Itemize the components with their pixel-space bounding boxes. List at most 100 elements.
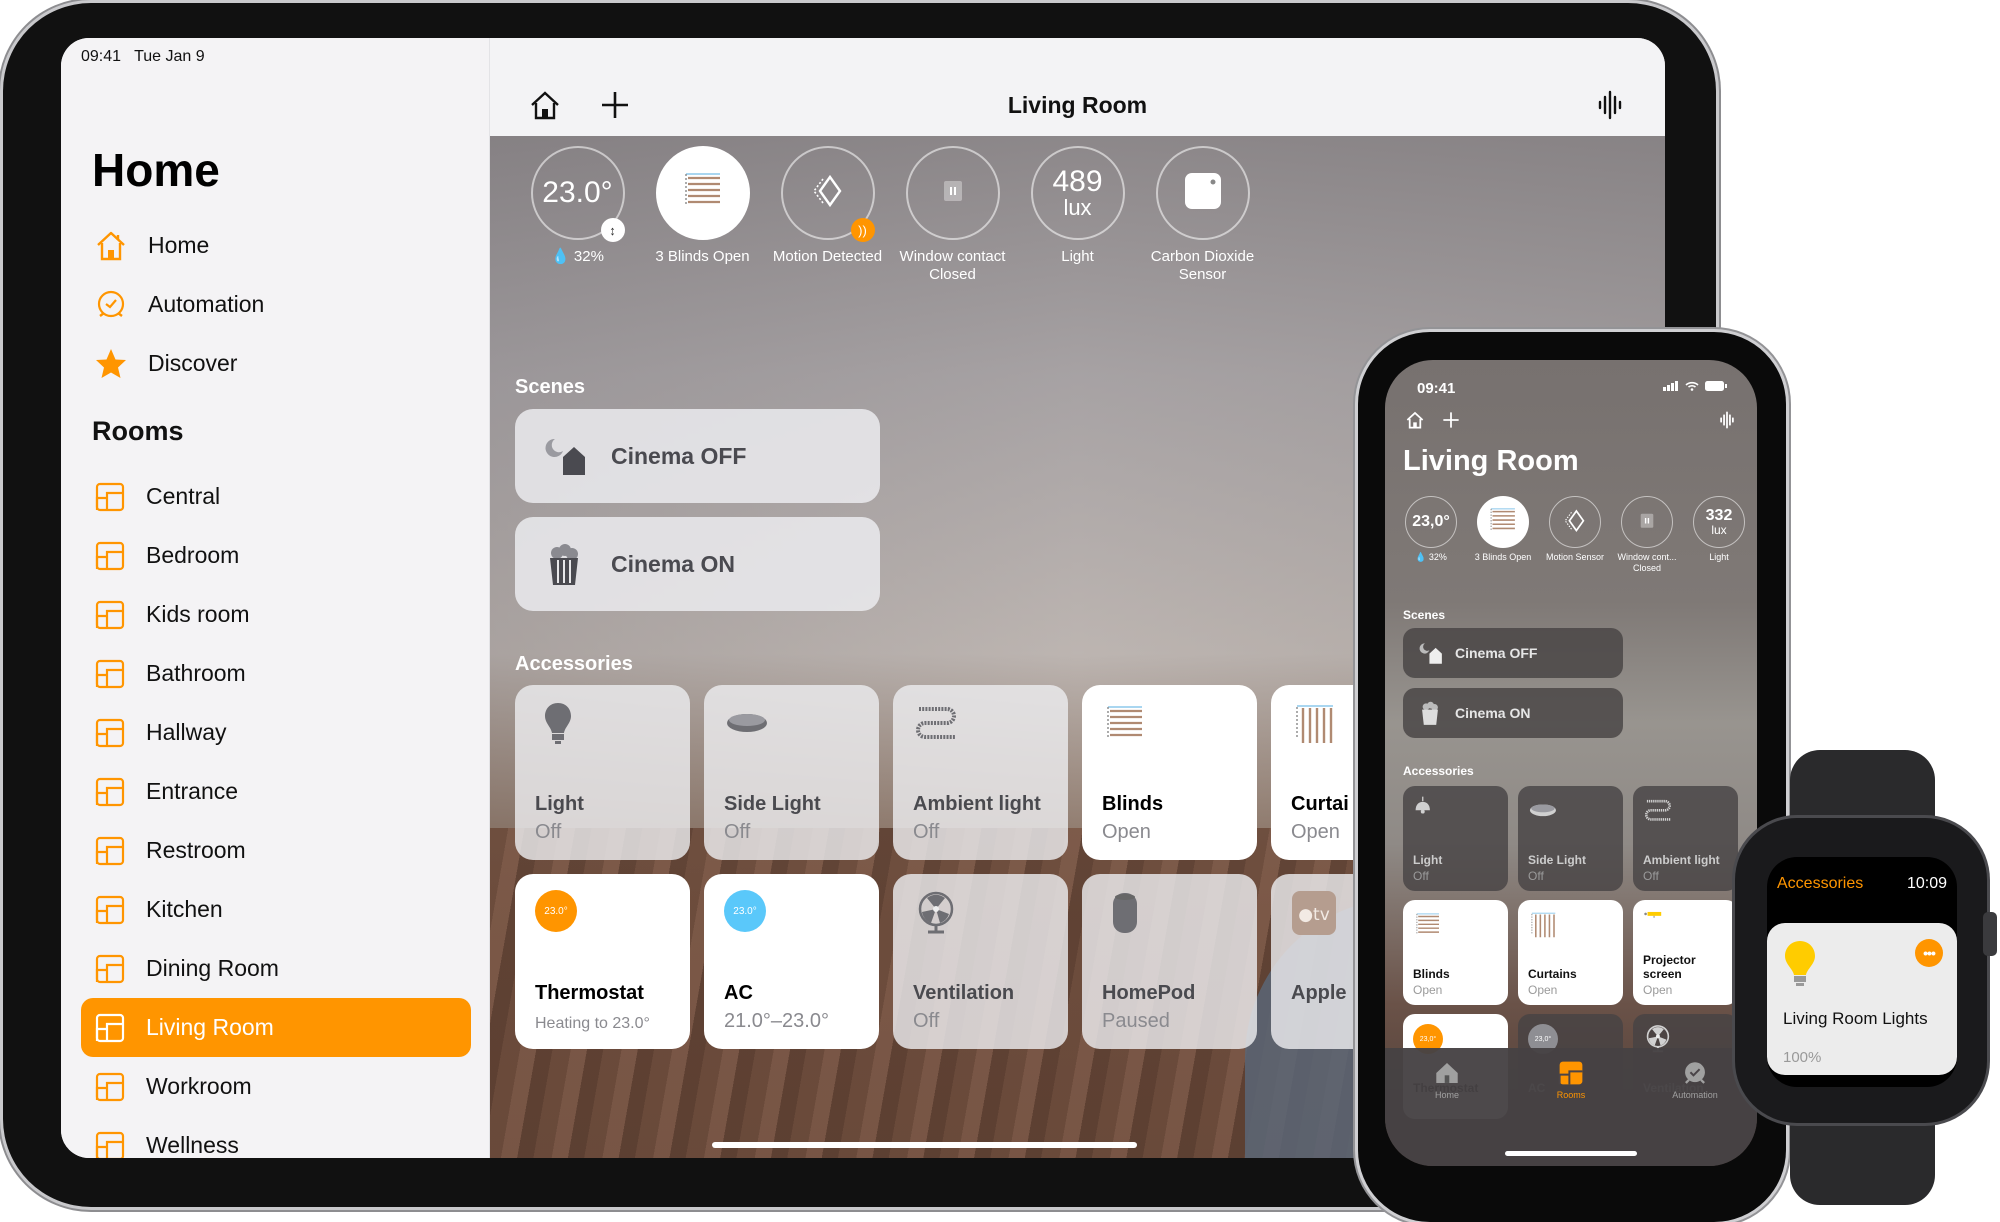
- room-label: Wellness: [146, 1132, 239, 1158]
- tab-label: Home: [1434, 1090, 1459, 1100]
- status-item[interactable]: Motion Sensor: [1539, 496, 1611, 574]
- sidebar-room-kitchen[interactable]: Kitchen: [81, 880, 471, 939]
- house-icon[interactable]: [1405, 410, 1425, 435]
- watch-time: 10:09: [1906, 875, 1947, 892]
- sidebar-item-home[interactable]: Home: [92, 216, 264, 275]
- more-button[interactable]: •••: [1915, 939, 1943, 967]
- sidebar-room-entrance[interactable]: Entrance: [81, 762, 471, 821]
- scene-cinema-off[interactable]: Cinema OFF: [1403, 628, 1623, 678]
- accessory-tile-side-light[interactable]: Side Light Off: [1518, 786, 1623, 891]
- room-icon: [94, 1012, 126, 1044]
- moon-house-icon: [1417, 640, 1443, 666]
- accessory-tile-light[interactable]: Light Off: [1403, 786, 1508, 891]
- status-item[interactable]: Window contact Closed: [890, 146, 1015, 284]
- sidebar-room-wellness[interactable]: Wellness: [81, 1116, 471, 1158]
- status-item[interactable]: 489 lux Light: [1015, 146, 1140, 284]
- accessory-tile-curtains[interactable]: Curtains Open: [1518, 900, 1623, 1005]
- status-item[interactable]: 23,0° 💧 32%: [1395, 496, 1467, 574]
- status-item[interactable]: 332 lux Light: [1683, 496, 1755, 574]
- status-value: 23.0°: [542, 176, 613, 209]
- scene-cinema-on[interactable]: Cinema ON: [1403, 688, 1623, 738]
- room-label: Restroom: [146, 837, 246, 863]
- motion-sensor-icon: [1561, 506, 1589, 538]
- status-item[interactable]: Carbon Dioxide Sensor: [1140, 146, 1265, 284]
- accessory-state: Off: [1413, 869, 1429, 883]
- status-circle: [1621, 496, 1673, 548]
- accessory-tile-light[interactable]: Light Off: [515, 685, 690, 860]
- sidebar-room-dining-room[interactable]: Dining Room: [81, 939, 471, 998]
- accessory-state: Open: [1291, 821, 1340, 843]
- window-contact-icon: [1633, 506, 1661, 538]
- accessory-tile-blinds[interactable]: Blinds Open: [1403, 900, 1508, 1005]
- scene-cinema-on[interactable]: Cinema ON: [515, 517, 880, 611]
- tab-home[interactable]: Home: [1402, 1060, 1492, 1166]
- status-item[interactable]: 3 Blinds Open: [1467, 496, 1539, 574]
- accessory-state: Open: [1413, 983, 1443, 997]
- tab-label: Rooms: [1556, 1090, 1586, 1100]
- status-item[interactable]: 3 Blinds Open: [640, 146, 765, 284]
- accessory-name: Blinds: [1102, 793, 1164, 815]
- sidebar-room-hallway[interactable]: Hallway: [81, 703, 471, 762]
- sidebar-item-discover[interactable]: Discover: [92, 334, 264, 393]
- accessory-name: Living Room Lights: [1783, 1009, 1928, 1028]
- sidebar-room-central[interactable]: Central: [81, 467, 471, 526]
- status-label: Light: [1061, 248, 1094, 265]
- status-item[interactable]: 23.0° ↕ 💧 32%: [515, 146, 640, 284]
- sidebar-room-living-room[interactable]: Living Room: [81, 998, 471, 1057]
- accessory-tile-ambient-light[interactable]: Ambient light Off: [1633, 786, 1738, 891]
- home-indicator[interactable]: [1505, 1151, 1637, 1156]
- accessory-state: Off: [535, 821, 562, 843]
- scene-label: Cinema OFF: [611, 442, 747, 469]
- sidebar-room-bathroom[interactable]: Bathroom: [81, 644, 471, 703]
- sidebar-room-kids-room[interactable]: Kids room: [81, 585, 471, 644]
- waveform-icon[interactable]: [1717, 410, 1737, 435]
- scene-cinema-off[interactable]: Cinema OFF: [515, 409, 880, 503]
- digital-crown[interactable]: [1983, 912, 1997, 956]
- room-label: Kids room: [146, 601, 250, 627]
- rooms-heading: Rooms: [92, 416, 184, 446]
- status-circle: [1549, 496, 1601, 548]
- accessory-tile-ventilation[interactable]: Ventilation Off: [893, 874, 1068, 1049]
- accessory-tile-side-light[interactable]: Side Light Off: [704, 685, 879, 860]
- accessory-state: Paused: [1102, 1010, 1170, 1032]
- rooms-list: Central Bedroom Kids room Bathroom Hallw…: [81, 467, 471, 1158]
- accessory-name: Light: [1413, 853, 1443, 867]
- accessory-tile-ac[interactable]: 23.0° AC 21.0°–23.0°: [704, 874, 879, 1049]
- accessory-name: Apple: [1291, 982, 1347, 1004]
- status-label: 💧 32%: [551, 248, 604, 265]
- bulb-icon: [1783, 939, 1817, 987]
- accessory-tile-ambient-light[interactable]: Ambient light Off: [893, 685, 1068, 860]
- accessories-grid: Light Off Side Light Off Ambient light Off…: [515, 685, 1446, 1049]
- clock-icon: [1682, 1060, 1708, 1086]
- sidebar-nav: Home Automation Discover: [92, 216, 264, 393]
- status-circle: 23.0° ↕: [530, 146, 625, 242]
- status-item[interactable]: )) Motion Detected: [765, 146, 890, 284]
- status-circle: 332 lux: [1693, 496, 1745, 548]
- scene-label: Cinema ON: [611, 550, 735, 577]
- home-indicator[interactable]: [712, 1142, 1137, 1148]
- window-contact-icon: [933, 171, 973, 216]
- accessory-tile-thermostat[interactable]: 23.0° Thermostat Heating to 23.0°: [515, 874, 690, 1049]
- iphone-device: 09:41 Living Room 23,0° 💧 32% 3 Blinds O…: [1358, 332, 1786, 1222]
- accessory-card-living-room-lights[interactable]: ••• Living Room Lights 100%: [1767, 923, 1957, 1075]
- room-icon: [94, 1071, 126, 1103]
- signal-icon: [1663, 380, 1679, 394]
- accessory-tile-blinds[interactable]: Blinds Open: [1082, 685, 1257, 860]
- waveform-icon[interactable]: [1593, 88, 1627, 122]
- sidebar-room-workroom[interactable]: Workroom: [81, 1057, 471, 1116]
- light-strip-icon: [1643, 796, 1671, 821]
- sidebar-item-automation[interactable]: Automation: [92, 275, 264, 334]
- status-circle: [1155, 146, 1250, 240]
- tab-automation[interactable]: Automation: [1650, 1060, 1740, 1166]
- plus-icon[interactable]: [1441, 410, 1461, 435]
- accessory-tile-projector-screen[interactable]: Projector screen Open: [1633, 900, 1738, 1005]
- bulb-icon: [535, 701, 581, 747]
- room-icon: [94, 953, 126, 985]
- accessory-state: Open: [1528, 983, 1558, 997]
- accessory-tile-homepod[interactable]: HomePod Paused: [1082, 874, 1257, 1049]
- projector-screen-icon: [1643, 910, 1663, 930]
- sidebar-room-bedroom[interactable]: Bedroom: [81, 526, 471, 585]
- puck-light-icon: [1528, 796, 1556, 817]
- sidebar-room-restroom[interactable]: Restroom: [81, 821, 471, 880]
- status-item[interactable]: Window cont... Closed: [1611, 496, 1683, 574]
